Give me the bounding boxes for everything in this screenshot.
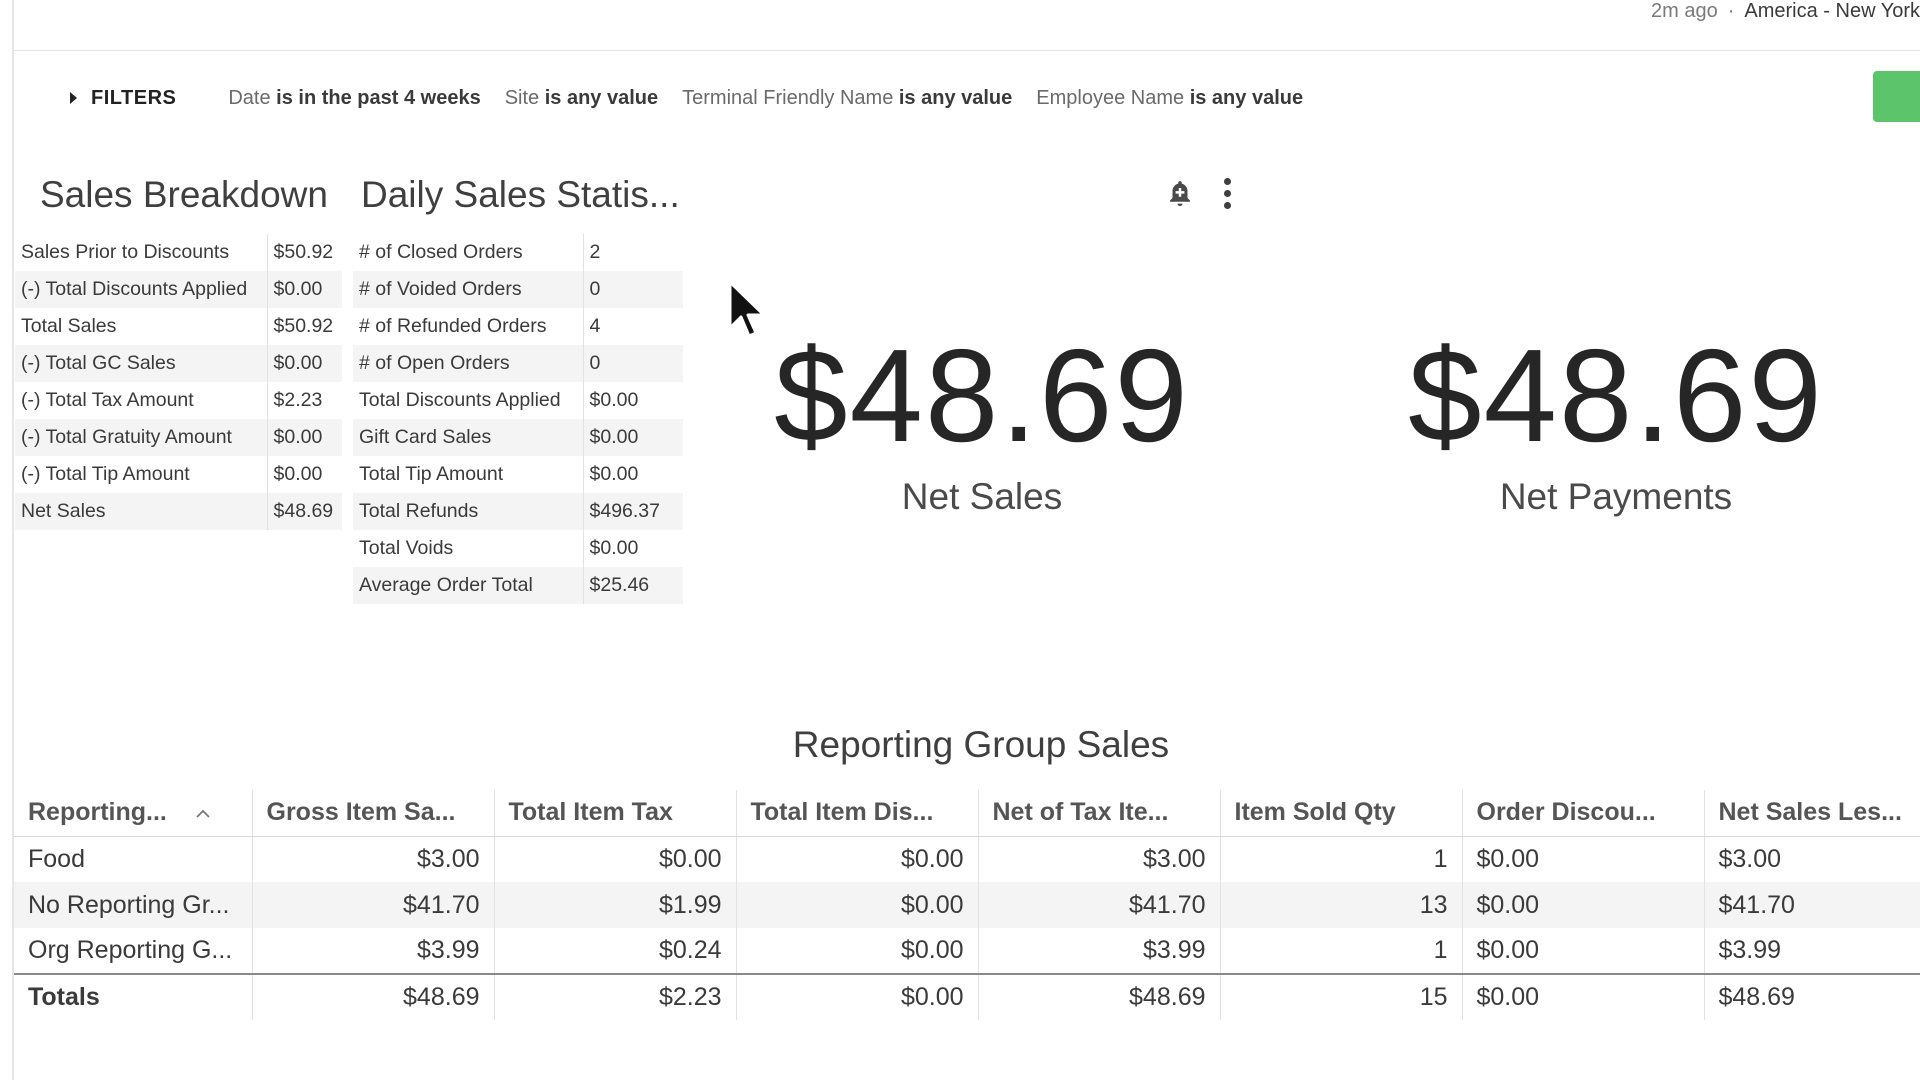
- column-header-net-sales-less[interactable]: Net Sales Les...: [1703, 790, 1920, 837]
- column-header-total-item-tax[interactable]: Total Item Tax: [493, 790, 736, 837]
- column-header-net-of-tax-items[interactable]: Net of Tax Ite...: [977, 790, 1220, 837]
- table-row: Gift Card Sales $0.00: [353, 419, 683, 456]
- table-row: No Reporting Gr... $41.70 $1.99 $0.00 $4…: [14, 882, 1920, 928]
- last-updated: 2m ago: [1650, 0, 1718, 22]
- table-row: Total Refunds $496.37: [353, 493, 683, 530]
- top-bar: 2m ago · America - New York: [14, 0, 1920, 51]
- filter-date[interactable]: Date is in the past 4 weeks: [228, 87, 480, 110]
- net-payments-label: Net Payments: [1499, 476, 1733, 517]
- table-row: Total Sales $50.92: [15, 308, 342, 345]
- filter-site[interactable]: Site is any value: [505, 87, 658, 110]
- column-header-item-sold-qty[interactable]: Item Sold Qty: [1219, 790, 1462, 837]
- table-row: Total Tip Amount $0.00: [353, 456, 683, 493]
- totals-row: Totals $48.69 $2.23 $0.00 $48.69 15 $0.0…: [14, 973, 1920, 1020]
- net-payments-tile[interactable]: $48.69 Net Payments: [1356, 330, 1876, 518]
- meta-separator: ·: [1727, 0, 1735, 22]
- net-sales-label: Net Sales: [901, 476, 1063, 517]
- filters-bar: FILTERS Date is in the past 4 weeks Site…: [70, 84, 1327, 112]
- net-sales-value: $48.69: [774, 322, 1190, 469]
- net-payments-value: $48.69: [1408, 322, 1824, 469]
- table-row: (-) Total Tax Amount $2.23: [15, 382, 342, 419]
- table-row: Net Sales $48.69: [15, 493, 342, 530]
- run-button[interactable]: [1873, 71, 1920, 122]
- timezone-label[interactable]: America - New York: [1744, 0, 1920, 22]
- table-row: # of Open Orders 0: [353, 345, 683, 382]
- chevron-up-icon[interactable]: [195, 809, 211, 819]
- table-header-row: Reporting... Gross Item Sa... Total Item…: [14, 790, 1920, 837]
- expand-filters-icon[interactable]: [70, 92, 77, 104]
- table-row: Food $3.00 $0.00 $0.00 $3.00 1 $0.00 $3.…: [14, 836, 1920, 882]
- net-sales-tile[interactable]: $48.69 Net Sales: [722, 330, 1242, 518]
- daily-sales-title: Daily Sales Statis...: [361, 174, 680, 215]
- table-row: Org Reporting G... $3.99 $0.24 $0.00 $3.…: [14, 928, 1920, 974]
- filter-terminal[interactable]: Terminal Friendly Name is any value: [682, 87, 1012, 110]
- vertical-dots-icon[interactable]: [1217, 176, 1237, 212]
- table-row: (-) Total Gratuity Amount $0.00: [15, 419, 342, 456]
- refresh-info: 2m ago · America - New York: [1651, 0, 1920, 23]
- column-header-gross-item-sales[interactable]: Gross Item Sa...: [251, 790, 494, 837]
- reporting-group-table: Reporting... Gross Item Sa... Total Item…: [14, 790, 1920, 1020]
- sales-breakdown-table: Sales Prior to Discounts $50.92 (-) Total…: [15, 234, 342, 530]
- bell-plus-icon[interactable]: [1165, 178, 1195, 208]
- table-row: Average Order Total $25.46: [353, 567, 683, 604]
- table-row: Total Voids $0.00: [353, 530, 683, 567]
- reporting-group-title: Reporting Group Sales: [792, 724, 1170, 765]
- table-row: # of Voided Orders 0: [353, 271, 683, 308]
- table-row: Sales Prior to Discounts $50.92: [15, 234, 342, 271]
- table-row: Total Discounts Applied $0.00: [353, 382, 683, 419]
- column-header-reporting-group[interactable]: Reporting...: [14, 790, 252, 837]
- column-header-order-discounts[interactable]: Order Discou...: [1461, 790, 1704, 837]
- daily-sales-table: # of Closed Orders 2 # of Voided Orders 0 …: [353, 234, 683, 604]
- table-row: # of Refunded Orders 4: [353, 308, 683, 345]
- table-row: # of Closed Orders 2: [353, 234, 683, 271]
- table-row: (-) Total GC Sales $0.00: [15, 345, 342, 382]
- filters-toggle[interactable]: FILTERS: [91, 87, 176, 110]
- table-row: (-) Total Tip Amount $0.00: [15, 456, 342, 493]
- mouse-pointer-icon: [728, 280, 766, 338]
- table-row: (-) Total Discounts Applied $0.00: [15, 271, 342, 308]
- sales-breakdown-title: Sales Breakdown: [40, 174, 328, 215]
- filter-employee[interactable]: Employee Name is any value: [1036, 87, 1303, 110]
- column-header-total-item-discounts[interactable]: Total Item Dis...: [735, 790, 978, 837]
